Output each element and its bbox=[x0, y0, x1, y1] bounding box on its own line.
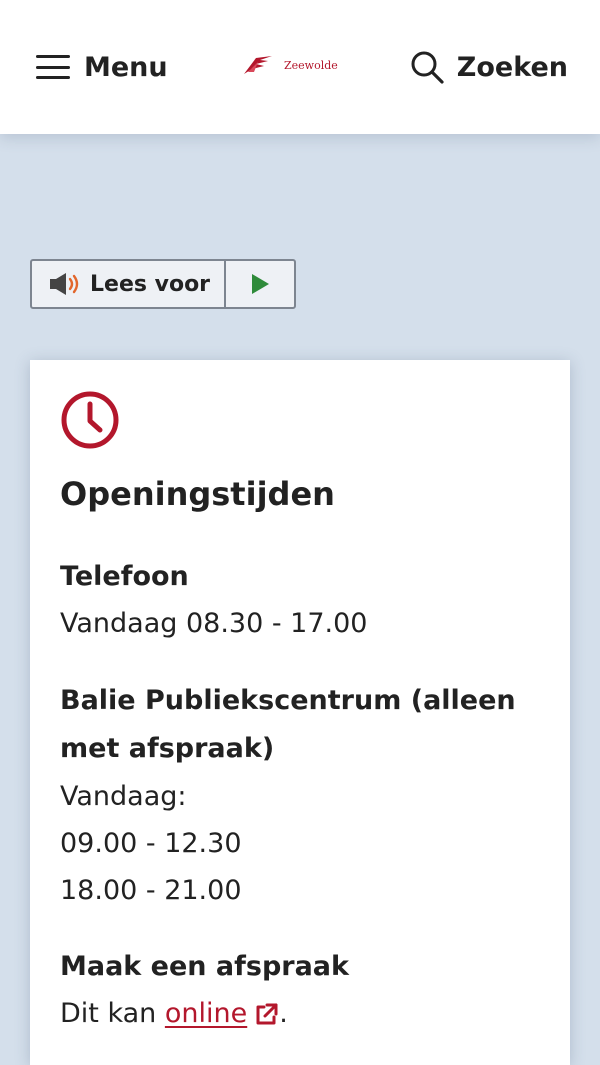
clock-icon bbox=[61, 391, 119, 449]
telefoon-title: Telefoon bbox=[60, 561, 189, 592]
balie-slot-1: 09.00 - 12.30 bbox=[60, 828, 242, 859]
menu-label: Menu bbox=[84, 51, 168, 83]
balie-slot-2: 18.00 - 21.00 bbox=[60, 875, 242, 906]
telefoon-section: Telefoon Vandaag 08.30 - 17.00 bbox=[60, 554, 540, 647]
external-link-icon bbox=[256, 1003, 278, 1024]
balie-day: Vandaag: bbox=[60, 781, 187, 812]
balie-section: Balie Publiekscentrum (alleen met afspra… bbox=[60, 677, 540, 914]
afspraak-title: Maak een afspraak bbox=[60, 951, 349, 982]
speaker-icon bbox=[50, 273, 79, 295]
play-icon bbox=[252, 274, 269, 294]
logo-text: Zeewolde bbox=[284, 58, 338, 72]
readspeaker-widget: Lees voor bbox=[30, 259, 296, 309]
afspraak-text: Dit kan online . bbox=[60, 990, 540, 1037]
afspraak-text-after: . bbox=[279, 998, 288, 1029]
online-link-label: online bbox=[164, 998, 248, 1029]
zeewolde-logo-mark bbox=[244, 56, 272, 74]
menu-button[interactable]: Menu bbox=[36, 44, 168, 90]
card-title: Openingstijden bbox=[60, 475, 335, 513]
afspraak-text-before: Dit kan bbox=[60, 998, 157, 1029]
balie-title-line1: Balie Publiekscentrum (alleen bbox=[60, 685, 516, 716]
online-appointment-link[interactable]: online bbox=[165, 998, 279, 1029]
search-label: Zoeken bbox=[456, 51, 568, 83]
play-button[interactable] bbox=[226, 261, 294, 307]
zeewolde-logo[interactable]: Zeewolde bbox=[242, 54, 338, 76]
search-icon bbox=[411, 51, 444, 84]
opening-hours-card: Openingstijden Telefoon Vandaag 08.30 - … bbox=[30, 360, 570, 1065]
afspraak-section: Maak een afspraak Dit kan online . bbox=[60, 944, 540, 1037]
search-button[interactable]: Zoeken bbox=[409, 44, 568, 90]
balie-title-line2: met afspraak) bbox=[60, 733, 275, 764]
read-aloud-label: Lees voor bbox=[90, 271, 211, 297]
telefoon-hours: Vandaag 08.30 - 17.00 bbox=[60, 608, 368, 639]
site-header: Menu Zeewolde Zoeken bbox=[0, 0, 600, 134]
read-aloud-button[interactable]: Lees voor bbox=[32, 261, 226, 307]
hamburger-icon bbox=[36, 55, 70, 79]
